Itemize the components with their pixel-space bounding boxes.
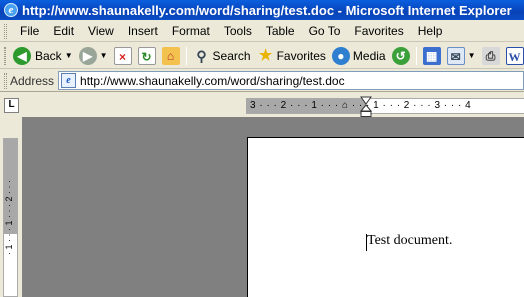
menu-format[interactable]: Format: [165, 24, 217, 38]
back-label: Back: [35, 48, 62, 63]
toolbar-separator: [185, 46, 187, 65]
media-label: Media: [352, 48, 386, 63]
window-title: http://www.shaunakelly.com/word/sharing/…: [22, 2, 512, 18]
tab-selector[interactable]: L: [4, 98, 19, 113]
mail-button[interactable]: ✉ ▼: [444, 45, 479, 67]
print-icon: ⎙: [481, 46, 500, 65]
address-grip[interactable]: [4, 72, 7, 89]
indent-marker-icon[interactable]: [360, 96, 372, 118]
forward-arrow-icon: ▶: [78, 46, 97, 65]
back-button[interactable]: ◀ Back ▼: [10, 45, 76, 67]
menu-grip[interactable]: [4, 23, 7, 39]
menu-edit[interactable]: Edit: [46, 24, 81, 38]
refresh-button[interactable]: ↻: [135, 45, 159, 67]
mail-icon: ✉: [446, 46, 465, 65]
back-dropdown-icon[interactable]: ▼: [65, 51, 73, 60]
menu-file[interactable]: File: [13, 24, 46, 38]
back-arrow-icon: ◀: [13, 46, 31, 65]
search-icon: ⚲: [196, 47, 207, 64]
menu-help[interactable]: Help: [411, 24, 450, 38]
menu-tools[interactable]: Tools: [217, 24, 259, 38]
address-bar: Address e http://www.shaunakelly.com/wor…: [0, 70, 524, 92]
edit-with-word-button[interactable]: W: [503, 45, 524, 67]
ie-logo-icon: e: [4, 3, 18, 17]
horizontal-ruler[interactable]: 3 · · · 2 · · · 1 · · · ⌂ · · · 1 · · · …: [246, 98, 524, 114]
address-url[interactable]: http://www.shaunakelly.com/word/sharing/…: [80, 74, 345, 88]
ie-page-icon: e: [61, 73, 77, 88]
document-page[interactable]: [247, 137, 524, 297]
media-button[interactable]: ● Media: [329, 45, 389, 67]
home-icon: ⌂: [161, 46, 180, 65]
history-icon: ↺: [391, 46, 410, 65]
word-icon: W: [505, 46, 524, 65]
menu-view[interactable]: View: [81, 24, 121, 38]
favorites-label: Favorites: [276, 48, 326, 63]
research-book-icon: ▦: [422, 46, 441, 65]
address-label: Address: [10, 73, 55, 88]
toolbar-grip[interactable]: [4, 46, 6, 65]
menu-insert[interactable]: Insert: [121, 24, 165, 38]
search-label: Search: [212, 48, 251, 63]
print-button[interactable]: ⎙: [479, 45, 503, 67]
research-button[interactable]: ▦: [420, 45, 444, 67]
history-button[interactable]: ↺: [389, 45, 413, 67]
menu-bar: File Edit View Insert Format Tools Table…: [0, 21, 524, 42]
forward-dropdown-icon[interactable]: ▼: [100, 51, 108, 60]
favorites-button[interactable]: ★ Favorites: [254, 45, 329, 67]
forward-button[interactable]: ▶ ▼: [76, 45, 111, 67]
toolbar-separator: [415, 46, 417, 65]
refresh-icon: ↻: [137, 46, 156, 65]
home-button[interactable]: ⌂: [159, 45, 183, 67]
stop-icon: ×: [113, 46, 132, 65]
mail-dropdown-icon[interactable]: ▼: [468, 51, 476, 60]
vertical-ruler-scale: · 1 · · · 1 · · · 2 · · ·: [4, 180, 14, 255]
horizontal-ruler-scale: 3 · · · 2 · · · 1 · · · ⌂ · · · 1 · · · …: [250, 100, 472, 111]
address-input[interactable]: e http://www.shaunakelly.com/word/sharin…: [58, 71, 524, 90]
title-bar: e http://www.shaunakelly.com/word/sharin…: [0, 0, 524, 20]
menu-goto[interactable]: Go To: [302, 24, 348, 38]
standard-toolbar: ◀ Back ▼ ▶ ▼ × ↻ ⌂ ⚲ Search ★ Favorites …: [0, 43, 524, 69]
menu-table[interactable]: Table: [259, 24, 302, 38]
document-text[interactable]: Test document.: [367, 233, 452, 249]
media-globe-icon: ●: [331, 46, 350, 65]
vertical-ruler[interactable]: · 1 · · · 1 · · · 2 · · ·: [3, 138, 18, 297]
stop-button[interactable]: ×: [111, 45, 135, 67]
menu-favorites[interactable]: Favorites: [347, 24, 410, 38]
search-button[interactable]: ⚲ Search: [190, 45, 254, 67]
favorites-star-icon: ★: [258, 46, 273, 64]
